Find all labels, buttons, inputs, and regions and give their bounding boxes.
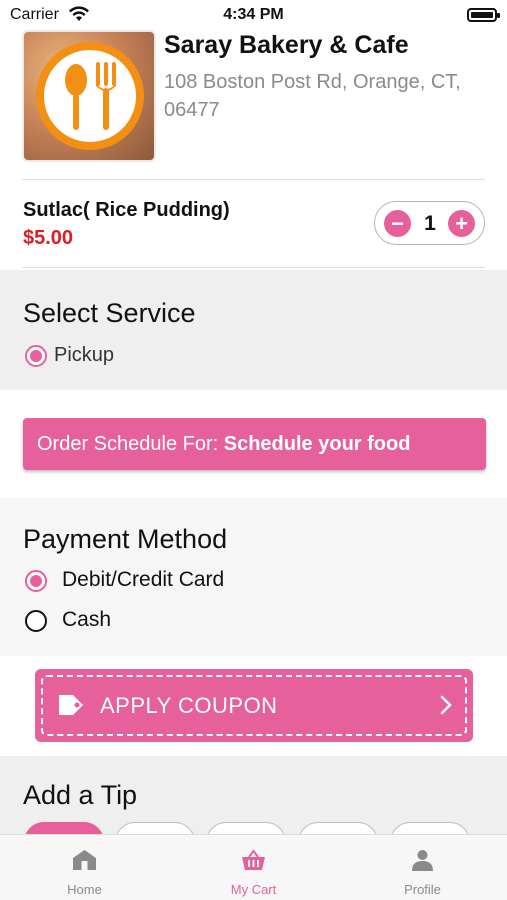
- quantity-value: 1: [424, 212, 436, 235]
- tab-profile[interactable]: Profile: [338, 835, 507, 900]
- tab-bar: Home My Cart Profile: [0, 834, 507, 900]
- utensils-logo-icon: [36, 42, 144, 150]
- basket-icon: [242, 849, 265, 870]
- select-service-section: Select Service Pickup: [0, 270, 507, 390]
- item-name: Sutlac( Rice Pudding): [23, 199, 230, 221]
- add-tip-title: Add a Tip: [23, 780, 138, 810]
- home-icon: [73, 850, 96, 870]
- tab-home-label: Home: [67, 882, 102, 897]
- restaurant-name: Saray Bakery & Cafe: [164, 31, 409, 59]
- payment-option-label: Debit/Credit Card: [62, 568, 225, 591]
- divider: [22, 179, 485, 180]
- quantity-stepper: − 1 +: [374, 201, 485, 245]
- apply-coupon-button[interactable]: APPLY COUPON: [35, 669, 473, 742]
- radio-unselected-icon[interactable]: [25, 610, 47, 632]
- payment-option-label: Cash: [62, 608, 112, 631]
- increase-quantity-button[interactable]: +: [448, 210, 475, 237]
- service-option-label: Pickup: [54, 344, 115, 366]
- decrease-quantity-button[interactable]: −: [384, 210, 411, 237]
- battery-icon: [467, 8, 500, 22]
- tab-profile-label: Profile: [404, 882, 441, 897]
- schedule-value: Schedule your food: [223, 433, 411, 455]
- tag-icon: [59, 695, 83, 715]
- apply-coupon-label: APPLY COUPON: [100, 693, 278, 718]
- divider: [22, 267, 485, 268]
- payment-method-title: Payment Method: [23, 524, 228, 554]
- status-bar: Carrier 4:34 PM: [0, 0, 507, 30]
- coupon-section: APPLY COUPON: [0, 656, 507, 756]
- tab-my-cart-label: My Cart: [230, 882, 277, 897]
- radio-selected-icon[interactable]: [25, 345, 47, 367]
- restaurant-header: Saray Bakery & Cafe 108 Boston Post Rd, …: [0, 28, 507, 178]
- radio-selected-icon[interactable]: [25, 570, 47, 592]
- payment-method-section: Payment Method Debit/Credit Card Cash: [0, 498, 507, 656]
- person-icon: [412, 850, 433, 871]
- add-tip-section: Add a Tip: [0, 756, 507, 836]
- status-time: 4:34 PM: [223, 6, 284, 23]
- tab-my-cart[interactable]: My Cart: [169, 835, 338, 900]
- restaurant-address: 108 Boston Post Rd, Orange, CT, 06477: [164, 71, 461, 121]
- cart-item: Sutlac( Rice Pudding) $5.00 − 1 +: [0, 183, 507, 267]
- schedule-prefix: Order Schedule For:: [37, 433, 224, 455]
- restaurant-logo: [22, 30, 156, 162]
- schedule-section: Order Schedule For: Schedule your food: [0, 390, 507, 498]
- order-schedule-button[interactable]: Order Schedule For: Schedule your food: [23, 418, 486, 470]
- item-price: $5.00: [23, 227, 74, 249]
- select-service-title: Select Service: [23, 298, 196, 328]
- chevron-right-icon: [440, 695, 452, 715]
- tab-home[interactable]: Home: [0, 835, 169, 900]
